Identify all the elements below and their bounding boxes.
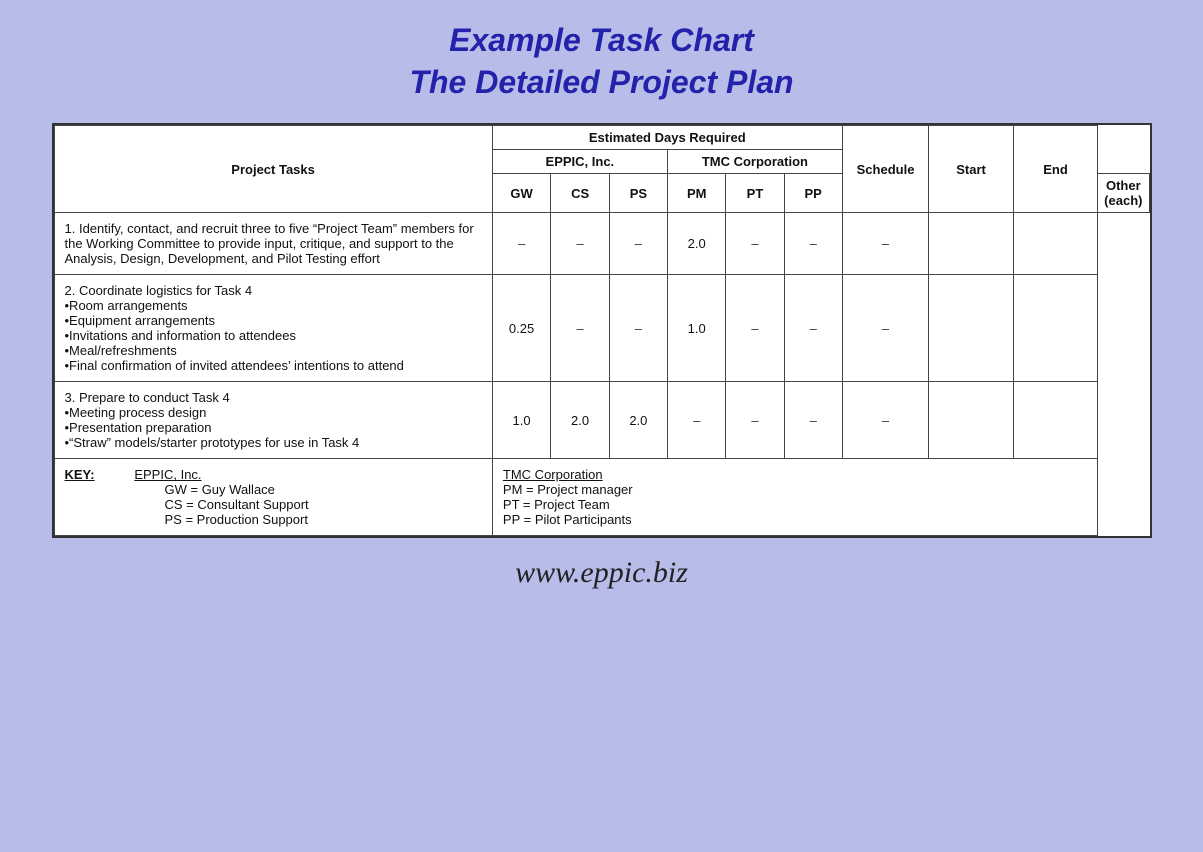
task-2-cell: 2. Coordinate logistics for Task 4 •Room…: [54, 275, 492, 382]
eppic-ps-key: PS = Production Support: [165, 512, 308, 527]
row2-other: –: [842, 275, 928, 382]
row3-start: [929, 382, 1014, 459]
pt-header: PT: [726, 174, 784, 213]
row3-pm: –: [668, 382, 726, 459]
row3-ps: 2.0: [609, 382, 667, 459]
row3-pt: –: [726, 382, 784, 459]
tmc-header: TMC Corporation: [668, 150, 843, 174]
row1-pp: –: [784, 213, 842, 275]
row2-cs: –: [551, 275, 609, 382]
row3-other: –: [842, 382, 928, 459]
tmc-pp-key: PP = Pilot Participants: [503, 512, 632, 527]
start-header: Start: [929, 126, 1014, 213]
row2-pt: –: [726, 275, 784, 382]
tmc-pt-key: PT = Project Team: [503, 497, 610, 512]
row1-gw: –: [492, 213, 551, 275]
gw-header: GW: [492, 174, 551, 213]
table-row: 1. Identify, contact, and recruit three …: [54, 213, 1149, 275]
task-3-cell: 3. Prepare to conduct Task 4 •Meeting pr…: [54, 382, 492, 459]
row1-pt: –: [726, 213, 784, 275]
cs-header: CS: [551, 174, 609, 213]
key-row: KEY: EPPIC, Inc. GW = Guy Wallace CS = C…: [54, 459, 1149, 536]
main-table-wrapper: Project Tasks Estimated Days Required Sc…: [52, 123, 1152, 538]
estimated-days-header: Estimated Days Required: [492, 126, 842, 150]
row2-end: [1013, 275, 1097, 382]
tmc-key-label: TMC Corporation: [503, 467, 603, 482]
row2-start: [929, 275, 1014, 382]
row1-ps: –: [609, 213, 667, 275]
key-tmc-section: TMC Corporation PM = Project manager PT …: [492, 459, 1097, 535]
eppic-cs-key: CS = Consultant Support: [165, 497, 309, 512]
eppic-key-label: EPPIC, Inc.: [134, 467, 201, 482]
task-chart-table: Project Tasks Estimated Days Required Sc…: [54, 125, 1150, 536]
task-1-cell: 1. Identify, contact, and recruit three …: [54, 213, 492, 275]
tmc-pm-key: PM = Project manager: [503, 482, 633, 497]
row1-other: –: [842, 213, 928, 275]
table-row: 3. Prepare to conduct Task 4 •Meeting pr…: [54, 382, 1149, 459]
row2-gw: 0.25: [492, 275, 551, 382]
footer-url: www.eppic.biz: [515, 556, 688, 590]
row3-pp: –: [784, 382, 842, 459]
row1-pm: 2.0: [668, 213, 726, 275]
row3-cs: 2.0: [551, 382, 609, 459]
ps-header: PS: [609, 174, 667, 213]
schedule-header: Schedule: [842, 126, 928, 213]
eppic-header: EPPIC, Inc.: [492, 150, 667, 174]
other-header: Other (each): [1098, 174, 1149, 213]
pm-header: PM: [668, 174, 726, 213]
table-row: 2. Coordinate logistics for Task 4 •Room…: [54, 275, 1149, 382]
end-header: End: [1013, 126, 1097, 213]
pp-header: PP: [784, 174, 842, 213]
row3-end: [1013, 382, 1097, 459]
row2-ps: –: [609, 275, 667, 382]
row1-cs: –: [551, 213, 609, 275]
row2-pm: 1.0: [668, 275, 726, 382]
row1-end: [1013, 213, 1097, 275]
page-title: Example Task Chart The Detailed Project …: [409, 20, 793, 103]
row2-pp: –: [784, 275, 842, 382]
key-eppic-section: KEY: EPPIC, Inc. GW = Guy Wallace CS = C…: [55, 459, 493, 535]
eppic-gw-key: GW = Guy Wallace: [165, 482, 275, 497]
row3-gw: 1.0: [492, 382, 551, 459]
row1-start: [929, 213, 1014, 275]
project-tasks-header: Project Tasks: [54, 126, 492, 213]
key-label: KEY:: [65, 467, 95, 482]
